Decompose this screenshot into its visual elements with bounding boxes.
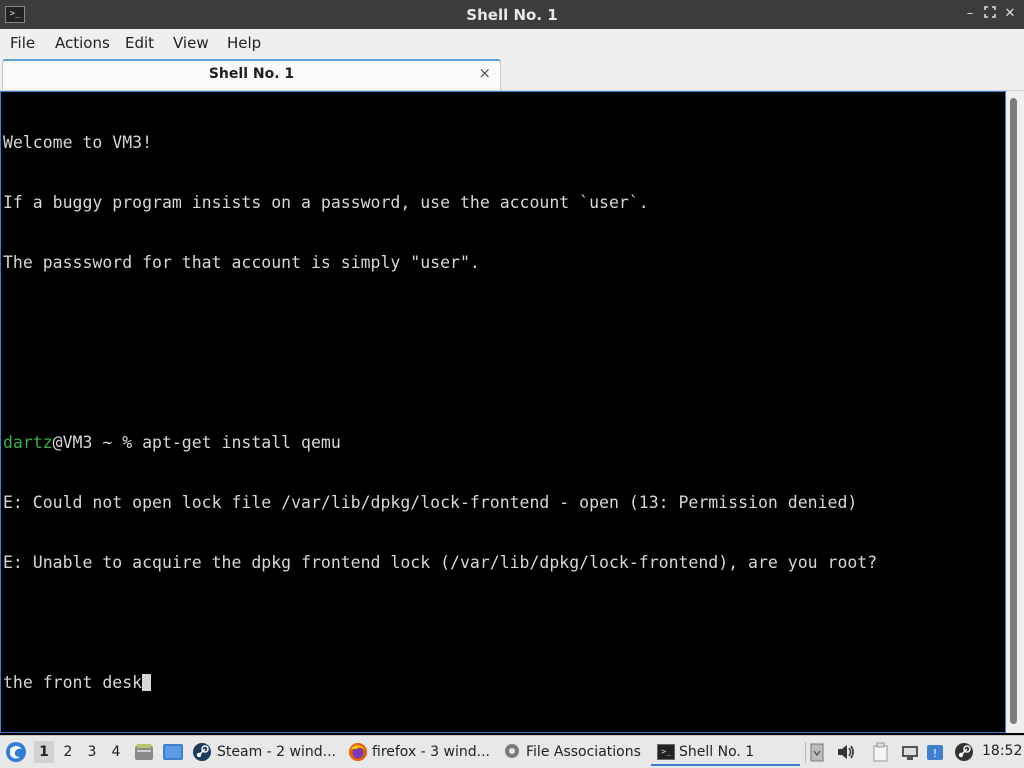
window-title: Shell No. 1 [466,6,558,24]
scrollbar-thumb[interactable] [1010,98,1017,724]
task-firefox[interactable]: firefox - 3 wind... [372,739,492,766]
show-desktop-icon[interactable] [162,742,184,766]
notes-icon[interactable] [872,742,890,766]
terminal-icon: >_ [657,744,675,760]
menu-actions[interactable]: Actions [55,34,110,52]
tab-shell-1[interactable]: Shell No. 1 × [2,59,501,90]
steam-tray-icon[interactable] [954,742,974,766]
menu-edit[interactable]: Edit [125,34,154,52]
volume-icon[interactable] [836,742,856,766]
close-icon[interactable]: ✕ [1002,6,1018,22]
maximize-icon[interactable] [982,6,998,22]
minimize-icon[interactable]: – [962,6,978,22]
prompt-command: @VM3 ~ % apt-get install qemu [52,433,341,452]
menu-bar: File Actions Edit View Help [0,29,1024,57]
desktop-1[interactable]: 1 [34,741,54,763]
desktop-4[interactable]: 4 [106,741,126,763]
window-titlebar[interactable]: >_ Shell No. 1 – ✕ [0,0,1024,29]
updates-icon[interactable]: ! [926,742,944,766]
error-line: E: Unable to acquire the dpkg frontend l… [3,553,878,572]
settings-gear-icon [503,742,521,764]
desktop-2[interactable]: 2 [58,741,78,763]
clock[interactable]: 18:52 [982,743,1022,759]
menu-file[interactable]: File [10,34,35,52]
clipboard-icon[interactable] [810,742,824,766]
task-shell[interactable]: >_ Shell No. 1 [651,739,800,766]
terminal-line: The passsword for that account is simply… [3,253,480,272]
task-file-associations[interactable]: File Associations [526,739,644,766]
input-line[interactable]: the front desk [3,673,877,693]
current-input: the front desk [3,673,143,692]
firefox-icon [348,742,368,766]
desktop-3[interactable]: 3 [82,741,102,763]
prompt-user: dartz [3,433,53,452]
task-steam[interactable]: Steam - 2 wind... [217,739,335,766]
terminal-line: Welcome to VM3! [3,133,153,152]
tab-bar: Shell No. 1 × [0,57,1024,91]
task-shell-label: Shell No. 1 [679,744,755,760]
terminal-output[interactable]: Welcome to VM3! If a buggy program insis… [0,91,1006,733]
svg-text:!: ! [933,747,937,760]
file-manager-icon[interactable] [134,742,154,766]
terminal-line: If a buggy program insists on a password… [3,193,649,212]
prompt-line: dartz@VM3 ~ % apt-get install qemu [3,433,877,453]
network-icon[interactable] [900,742,920,766]
menu-view[interactable]: View [173,34,209,52]
menu-help[interactable]: Help [227,34,261,52]
steam-icon [192,742,212,766]
taskbar: 1 2 3 4 Steam - 2 wind... firefox - 3 wi… [0,735,1024,768]
tab-label: Shell No. 1 [208,66,295,82]
text-cursor [142,674,152,691]
terminal-scrollbar[interactable] [1006,91,1024,733]
tray-separator [805,742,806,763]
error-line: E: Could not open lock file /var/lib/dpk… [3,493,858,512]
tab-close-icon[interactable]: × [478,64,491,82]
start-menu-icon[interactable] [4,740,28,764]
